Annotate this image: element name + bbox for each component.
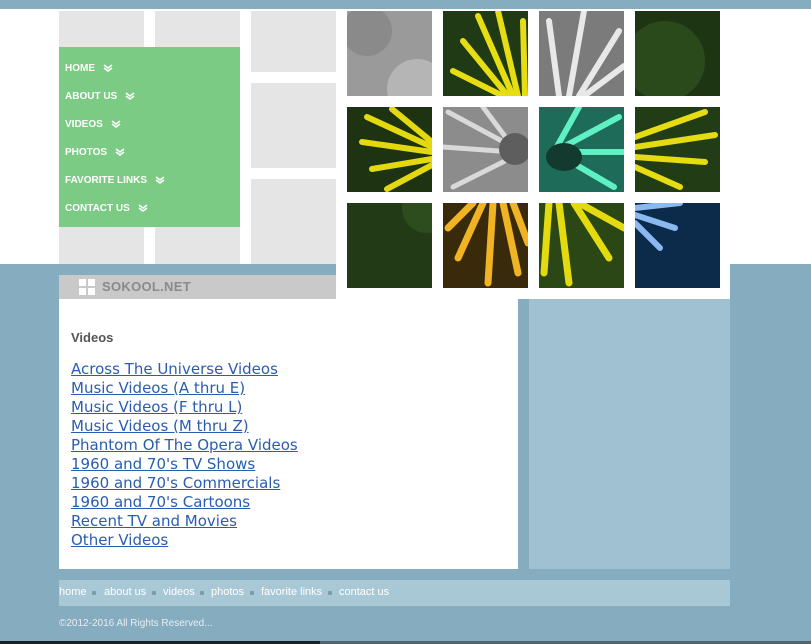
nav-item-photos[interactable]: PHOTOS: [65, 145, 125, 159]
top-bar: [0, 0, 811, 9]
video-link[interactable]: Across The Universe Videos: [71, 360, 278, 378]
nav-item-label: FAVORITE LINKS: [65, 174, 148, 186]
nav-item-label: CONTACT US: [65, 202, 130, 214]
list-item: 1960 and 70's Cartoons: [71, 493, 298, 512]
nav-item-label: HOME: [65, 62, 95, 74]
footer-link-home[interactable]: home: [59, 586, 87, 598]
video-link[interactable]: 1960 and 70's Commercials: [71, 474, 280, 492]
main-nav: HOME ABOUT US VIDEOS PHOTOS FAVORITE LIN…: [59, 47, 240, 227]
mosaic-tile: [635, 11, 720, 96]
chevron-down-icon: [103, 63, 113, 73]
grid-logo-icon: [79, 279, 95, 295]
nav-item-contact[interactable]: CONTACT US: [65, 201, 148, 215]
footer-link-videos[interactable]: videos: [163, 586, 195, 598]
chevron-down-icon: [111, 119, 121, 129]
mosaic-tile: [347, 11, 432, 96]
separator-dot: [328, 591, 332, 595]
list-item: 1960 and 70's Commercials: [71, 474, 298, 493]
separator-dot: [250, 591, 254, 595]
chevron-down-icon: [155, 175, 165, 185]
mosaic-tile: [443, 107, 528, 192]
footer-link-about[interactable]: about us: [104, 586, 146, 598]
video-link[interactable]: Music Videos (M thru Z): [71, 417, 249, 435]
nav-item-label: PHOTOS: [65, 146, 108, 158]
video-link[interactable]: Other Videos: [71, 531, 168, 549]
footer-link-photos[interactable]: photos: [211, 586, 244, 598]
sidebar-panel: [529, 299, 730, 569]
site-logo-text[interactable]: SOKOOL.NET: [102, 279, 191, 294]
mosaic-tile: [539, 107, 624, 192]
list-item: Music Videos (F thru L): [71, 398, 298, 417]
nav-item-home[interactable]: HOME: [65, 61, 113, 75]
mosaic-tile: [443, 203, 528, 288]
list-item: 1960 and 70's TV Shows: [71, 455, 298, 474]
nav-item-videos[interactable]: VIDEOS: [65, 117, 121, 131]
decor-tile: [59, 11, 144, 47]
mosaic-tile: [347, 203, 432, 288]
decor-tile: [155, 227, 240, 264]
list-item: Across The Universe Videos: [71, 360, 298, 379]
chevron-down-icon: [125, 91, 135, 101]
mosaic-tile: [635, 107, 720, 192]
mosaic-tile: [539, 203, 624, 288]
video-link[interactable]: Phantom Of The Opera Videos: [71, 436, 298, 454]
copyright-text: ©2012-2016 All Rights Reserved...: [59, 618, 213, 629]
chevron-down-icon: [138, 203, 148, 213]
video-link[interactable]: 1960 and 70's Cartoons: [71, 493, 250, 511]
nav-item-label: ABOUT US: [65, 90, 118, 102]
footer-nav: home about us videos photos favorite lin…: [59, 580, 730, 606]
mosaic-tile: [443, 11, 528, 96]
mosaic-tile: [635, 203, 720, 288]
footer-link-contact[interactable]: contact us: [339, 586, 389, 598]
decor-tile: [59, 227, 144, 264]
mosaic-tile: [539, 11, 624, 96]
video-link-list: Across The Universe Videos Music Videos …: [71, 360, 298, 550]
list-item: Recent TV and Movies: [71, 512, 298, 531]
separator-dot: [92, 591, 96, 595]
footer-link-favorite-links[interactable]: favorite links: [261, 586, 322, 598]
video-link[interactable]: Music Videos (F thru L): [71, 398, 242, 416]
video-link[interactable]: 1960 and 70's TV Shows: [71, 455, 255, 473]
content-panel: Videos Across The Universe Videos Music …: [59, 299, 518, 569]
nav-item-label: VIDEOS: [65, 118, 103, 130]
video-link[interactable]: Music Videos (A thru E): [71, 379, 245, 397]
list-item: Music Videos (A thru E): [71, 379, 298, 398]
list-item: Other Videos: [71, 531, 298, 550]
site-logo-bar: SOKOOL.NET: [59, 275, 336, 299]
nav-item-about[interactable]: ABOUT US: [65, 89, 135, 103]
video-link[interactable]: Recent TV and Movies: [71, 512, 237, 530]
mosaic-tile: [347, 107, 432, 192]
decor-tile: [251, 83, 336, 168]
separator-dot: [200, 591, 204, 595]
list-item: Phantom Of The Opera Videos: [71, 436, 298, 455]
decor-tile: [155, 11, 240, 47]
nav-item-favorite-links[interactable]: FAVORITE LINKS: [65, 173, 165, 187]
page-title: Videos: [71, 330, 114, 345]
separator-dot: [152, 591, 156, 595]
list-item: Music Videos (M thru Z): [71, 417, 298, 436]
decor-tile: [251, 11, 336, 72]
chevron-down-icon: [115, 147, 125, 157]
decor-tile: [251, 179, 336, 264]
